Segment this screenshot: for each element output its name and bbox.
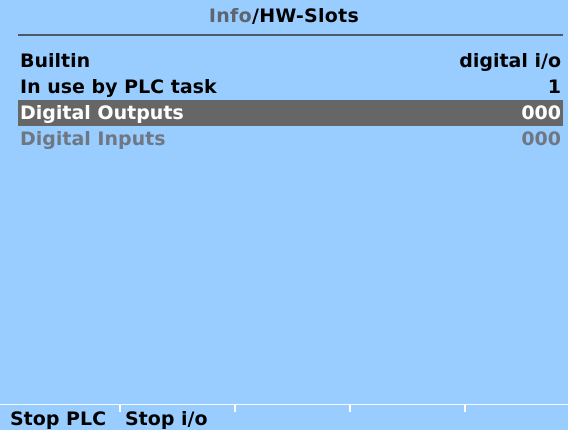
row-builtin[interactable]: Builtin digital i/o (18, 48, 563, 74)
row-label: Digital Inputs (20, 128, 166, 150)
softkey-4[interactable] (349, 404, 464, 430)
row-value: digital i/o (459, 50, 561, 72)
row-label: Builtin (20, 50, 91, 72)
softkey-separator (119, 404, 121, 412)
row-in-use-by-plc-task[interactable]: In use by PLC task 1 (18, 74, 563, 100)
title-bar: Info/HW-Slots (0, 0, 568, 36)
row-label: In use by PLC task (20, 76, 217, 98)
softkey-separator (234, 404, 236, 412)
softkey-label: Stop i/o (125, 408, 208, 430)
softkey-stop-plc[interactable]: Stop PLC (4, 404, 119, 430)
title-divider (18, 34, 563, 36)
row-value: 000 (521, 102, 561, 124)
row-digital-inputs[interactable]: Digital Inputs 000 (18, 126, 563, 152)
title-current: HW-Slots (259, 5, 360, 27)
row-label: Digital Outputs (20, 102, 184, 124)
softkey-5[interactable] (464, 404, 568, 430)
row-digital-outputs[interactable]: Digital Outputs 000 (18, 100, 563, 126)
page-title: Info/HW-Slots (0, 4, 568, 28)
softkey-separator (349, 404, 351, 412)
softkey-label: Stop PLC (10, 408, 107, 430)
row-value: 1 (547, 76, 561, 98)
row-value: 000 (521, 128, 561, 150)
softkey-3[interactable] (234, 404, 349, 430)
softkey-separator (464, 404, 466, 412)
softkey-stop-io[interactable]: Stop i/o (119, 404, 234, 430)
info-list: Builtin digital i/o In use by PLC task 1… (18, 48, 563, 152)
title-parent: Info (208, 5, 252, 27)
softkey-bar: Stop PLC Stop i/o (0, 404, 568, 430)
